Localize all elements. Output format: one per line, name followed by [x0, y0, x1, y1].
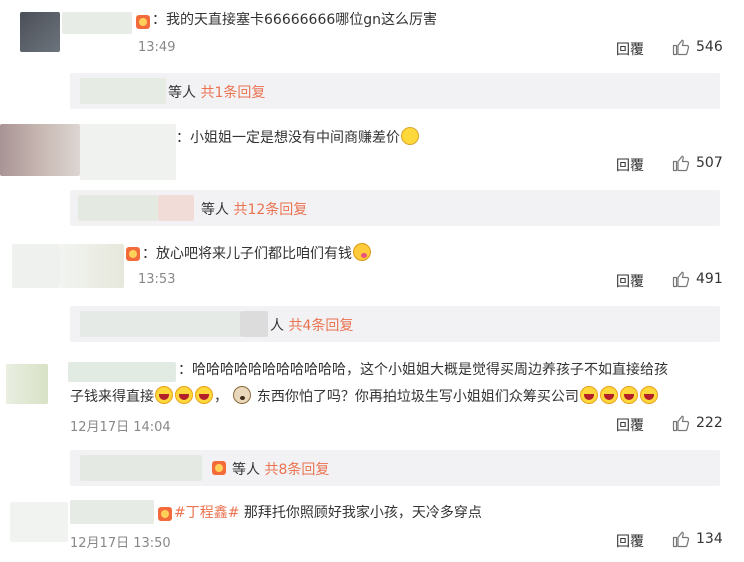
like-button[interactable]: 546: [672, 38, 723, 56]
reply-users-suffix: 人: [270, 318, 284, 334]
comment-body: 那拜托你照顾好我家小孩，天冷多穿点: [239, 505, 482, 521]
like-button[interactable]: 491: [672, 270, 723, 288]
view-replies-link[interactable]: 等人 共8条回复: [232, 459, 329, 479]
thumbs-up-icon: [672, 155, 690, 172]
vip-badge-icon: [212, 461, 226, 475]
reply-button[interactable]: 回覆: [616, 155, 644, 175]
like-button[interactable]: 507: [672, 154, 723, 172]
laughing-emoji-icon: [155, 386, 173, 404]
avatar[interactable]: [0, 124, 80, 176]
comment-text-line2: 子钱来得直接 ， 东西你怕了吗？你再拍垃圾生写小姐姐们众筹买公司: [70, 386, 659, 408]
like-count: 507: [696, 155, 723, 171]
reply-count[interactable]: 共4条回复: [288, 318, 353, 334]
sub-reply-box[interactable]: 等人 共1条回复: [70, 73, 720, 109]
like-button[interactable]: 134: [672, 530, 723, 548]
comment-time: 12月17日 13:50: [70, 536, 171, 551]
comment-time: 13:53: [138, 272, 176, 287]
thumbs-up-icon: [672, 39, 690, 56]
like-count: 222: [696, 415, 723, 431]
vip-badge-icon: [136, 15, 150, 29]
comment-body: ：小姐姐一定是想没有中间商赚差价: [176, 130, 400, 146]
view-replies-link[interactable]: 等人 共1条回复: [168, 82, 265, 102]
username-blurred[interactable]: [68, 362, 176, 382]
comment-text: #丁程鑫# 那拜托你照顾好我家小孩，天冷多穿点: [174, 502, 482, 524]
reply-count[interactable]: 共1条回复: [200, 85, 265, 101]
username-blurred[interactable]: [80, 124, 176, 180]
comment-text: ：放心吧将来儿子们都比咱们有钱: [142, 243, 372, 265]
comment-body: 子钱来得直接: [70, 389, 154, 405]
avatar[interactable]: [6, 364, 48, 404]
vip-badge-icon: [158, 507, 172, 521]
like-count: 546: [696, 39, 723, 55]
username-blurred[interactable]: [60, 244, 124, 288]
comment-body: 东西你怕了吗？你再拍垃圾生写小姐姐们众筹买公司: [256, 389, 579, 405]
reply-button[interactable]: 回覆: [616, 415, 644, 435]
reply-count[interactable]: 共8条回复: [264, 462, 329, 478]
comment-text-line1: ：哈哈哈哈哈哈哈哈哈哈哈，这个小姐姐大概是觉得买周边养孩子不如直接给孩: [178, 362, 668, 378]
username-blurred[interactable]: [70, 500, 154, 524]
laughing-emoji-icon: [195, 386, 213, 404]
reply-usernames-blurred: [240, 311, 268, 337]
like-count: 491: [696, 271, 723, 287]
comment-time: 12月17日 14:04: [70, 420, 171, 435]
reply-count[interactable]: 共12条回复: [233, 202, 307, 218]
comment-time: 13:49: [138, 40, 176, 55]
sub-reply-box[interactable]: 人 共4条回复: [70, 306, 720, 342]
topic-hashtag-link[interactable]: #丁程鑫#: [174, 505, 239, 521]
comment-body: ，: [214, 389, 228, 405]
laughing-emoji-icon: [175, 386, 193, 404]
view-replies-link[interactable]: 人 共4条回复: [270, 315, 353, 335]
laughing-emoji-icon: [619, 386, 638, 404]
laughing-emoji-icon: [579, 386, 598, 404]
vip-badge-icon: [126, 247, 140, 261]
reply-users-suffix: 等人: [232, 462, 260, 478]
reply-usernames-blurred: [80, 311, 240, 337]
laughing-emoji-icon: [599, 386, 618, 404]
yum-emoji-icon: [353, 243, 371, 261]
avatar[interactable]: [20, 12, 60, 52]
comment-list: ：我的天直接塞卡66666666哪位gn这么厉害 13:49 回覆 546 等人…: [0, 0, 744, 562]
comment-text: ：我的天直接塞卡66666666哪位gn这么厉害: [152, 12, 438, 28]
reply-button[interactable]: 回覆: [616, 39, 644, 59]
avatar[interactable]: [12, 244, 60, 288]
sub-reply-box[interactable]: 等人 共8条回复: [70, 450, 720, 486]
comment-body: ：放心吧将来儿子们都比咱们有钱: [142, 246, 352, 262]
like-button[interactable]: 222: [672, 414, 723, 432]
like-count: 134: [696, 531, 723, 547]
avatar[interactable]: [10, 502, 68, 542]
username-blurred[interactable]: [62, 12, 132, 34]
thumbs-up-icon: [672, 271, 690, 288]
dog-emoji-icon: [233, 386, 252, 404]
comment-text: ：小姐姐一定是想没有中间商赚差价: [176, 127, 420, 149]
thumbs-up-icon: [672, 531, 690, 548]
laughing-emoji-icon: [639, 386, 658, 404]
reply-users-suffix: 等人: [168, 85, 196, 101]
reply-button[interactable]: 回覆: [616, 271, 644, 291]
reply-usernames-blurred: [158, 195, 194, 221]
reply-usernames-blurred: [80, 455, 202, 481]
reply-usernames-blurred: [78, 195, 158, 221]
reply-users-suffix: 等人: [201, 202, 229, 218]
reply-usernames-blurred: [80, 78, 166, 104]
smirk-emoji-icon: [401, 127, 419, 145]
view-replies-link[interactable]: 等人 共12条回复: [201, 199, 307, 219]
thumbs-up-icon: [672, 415, 690, 432]
reply-button[interactable]: 回覆: [616, 531, 644, 551]
sub-reply-box[interactable]: 等人 共12条回复: [70, 190, 720, 226]
